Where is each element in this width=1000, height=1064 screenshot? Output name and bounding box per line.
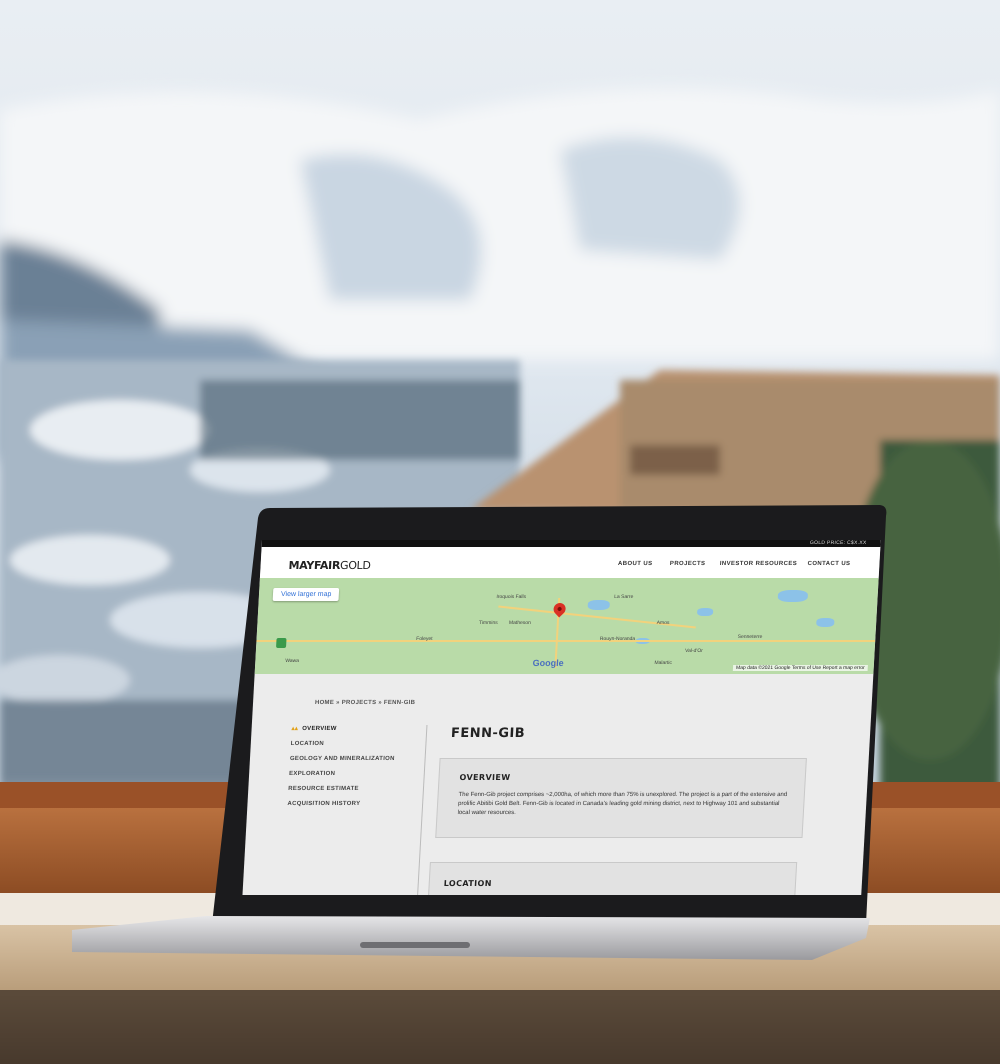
location-card: LOCATION — [426, 862, 798, 895]
map-label: Timmins — [478, 620, 498, 626]
navigation-bar: MAYFAIRGOLD ABOUT US PROJECTS INVESTOR R… — [259, 547, 881, 579]
map-label: Senneterre — [737, 634, 763, 640]
location-pin-icon[interactable] — [551, 600, 569, 618]
sidebar-item-geology[interactable]: GEOLOGY AND MINERALIZATION — [289, 752, 395, 767]
map-label: Val-d'Or — [684, 648, 703, 654]
overview-text: The Fenn-Gib project comprises ~2,000ha,… — [457, 792, 788, 816]
nav-investor-resources[interactable]: INVESTOR RESOURCES — [720, 561, 798, 567]
sidebar-item-location[interactable]: LOCATION — [290, 737, 396, 752]
breadcrumb[interactable]: HOME » PROJECTS » FENN-GIB — [315, 700, 416, 706]
website-screen: GOLD PRICE: C$X.XX MAYFAIRGOLD ABOUT US … — [242, 540, 881, 895]
background-photo — [0, 0, 1000, 1064]
view-larger-map-button[interactable]: View larger map — [272, 588, 340, 601]
map-label: Foleyet — [416, 636, 433, 642]
sidebar-item-acquisition-history[interactable]: ACQUISITION HISTORY — [287, 797, 393, 812]
logo-bold: MAYFAIR — [288, 559, 341, 572]
sidebar-item-exploration[interactable]: EXPLORATION — [289, 767, 395, 782]
logo-light: GOLD — [339, 559, 371, 572]
sidebar-item-overview[interactable]: ▴▴ OVERVIEW — [291, 722, 397, 737]
overview-heading: OVERVIEW — [459, 773, 511, 782]
nav-contact-us[interactable]: CONTACT US — [807, 561, 850, 567]
nav-projects[interactable]: PROJECTS — [670, 561, 706, 567]
sidebar-item-resource-estimate[interactable]: RESOURCE ESTIMATE — [288, 782, 394, 797]
nav-about-us[interactable]: ABOUT US — [618, 561, 653, 567]
map-footer[interactable]: Map data ©2021 Google Terms of Use Repor… — [732, 665, 868, 671]
crown-icon: ▴▴ — [291, 726, 299, 732]
embedded-map[interactable]: View larger map Iroquois Falls La Sarre … — [254, 578, 879, 674]
page-title: FENN-GIB — [450, 726, 526, 741]
logo[interactable]: MAYFAIRGOLD — [288, 559, 371, 572]
map-label: La Sarre — [613, 594, 634, 600]
sidebar: ▴▴ OVERVIEW LOCATION GEOLOGY AND MINERALI… — [287, 722, 397, 812]
map-label: Malartic — [654, 660, 673, 666]
gold-price: GOLD PRICE: C$X.XX — [809, 540, 867, 546]
map-label: Rouyn-Noranda — [599, 636, 636, 642]
top-bar: GOLD PRICE: C$X.XX — [261, 540, 881, 547]
map-label: Wawa — [285, 658, 300, 664]
park-marker-icon — [276, 638, 287, 648]
map-label: Iroquois Falls — [496, 594, 527, 600]
google-logo: Google — [532, 658, 564, 668]
location-heading: LOCATION — [443, 879, 493, 888]
sidebar-divider — [417, 725, 428, 895]
map-label: Matheson — [508, 620, 532, 626]
map-label: Amos — [656, 620, 670, 626]
overview-card: OVERVIEW The Fenn-Gib project comprises … — [435, 758, 807, 838]
